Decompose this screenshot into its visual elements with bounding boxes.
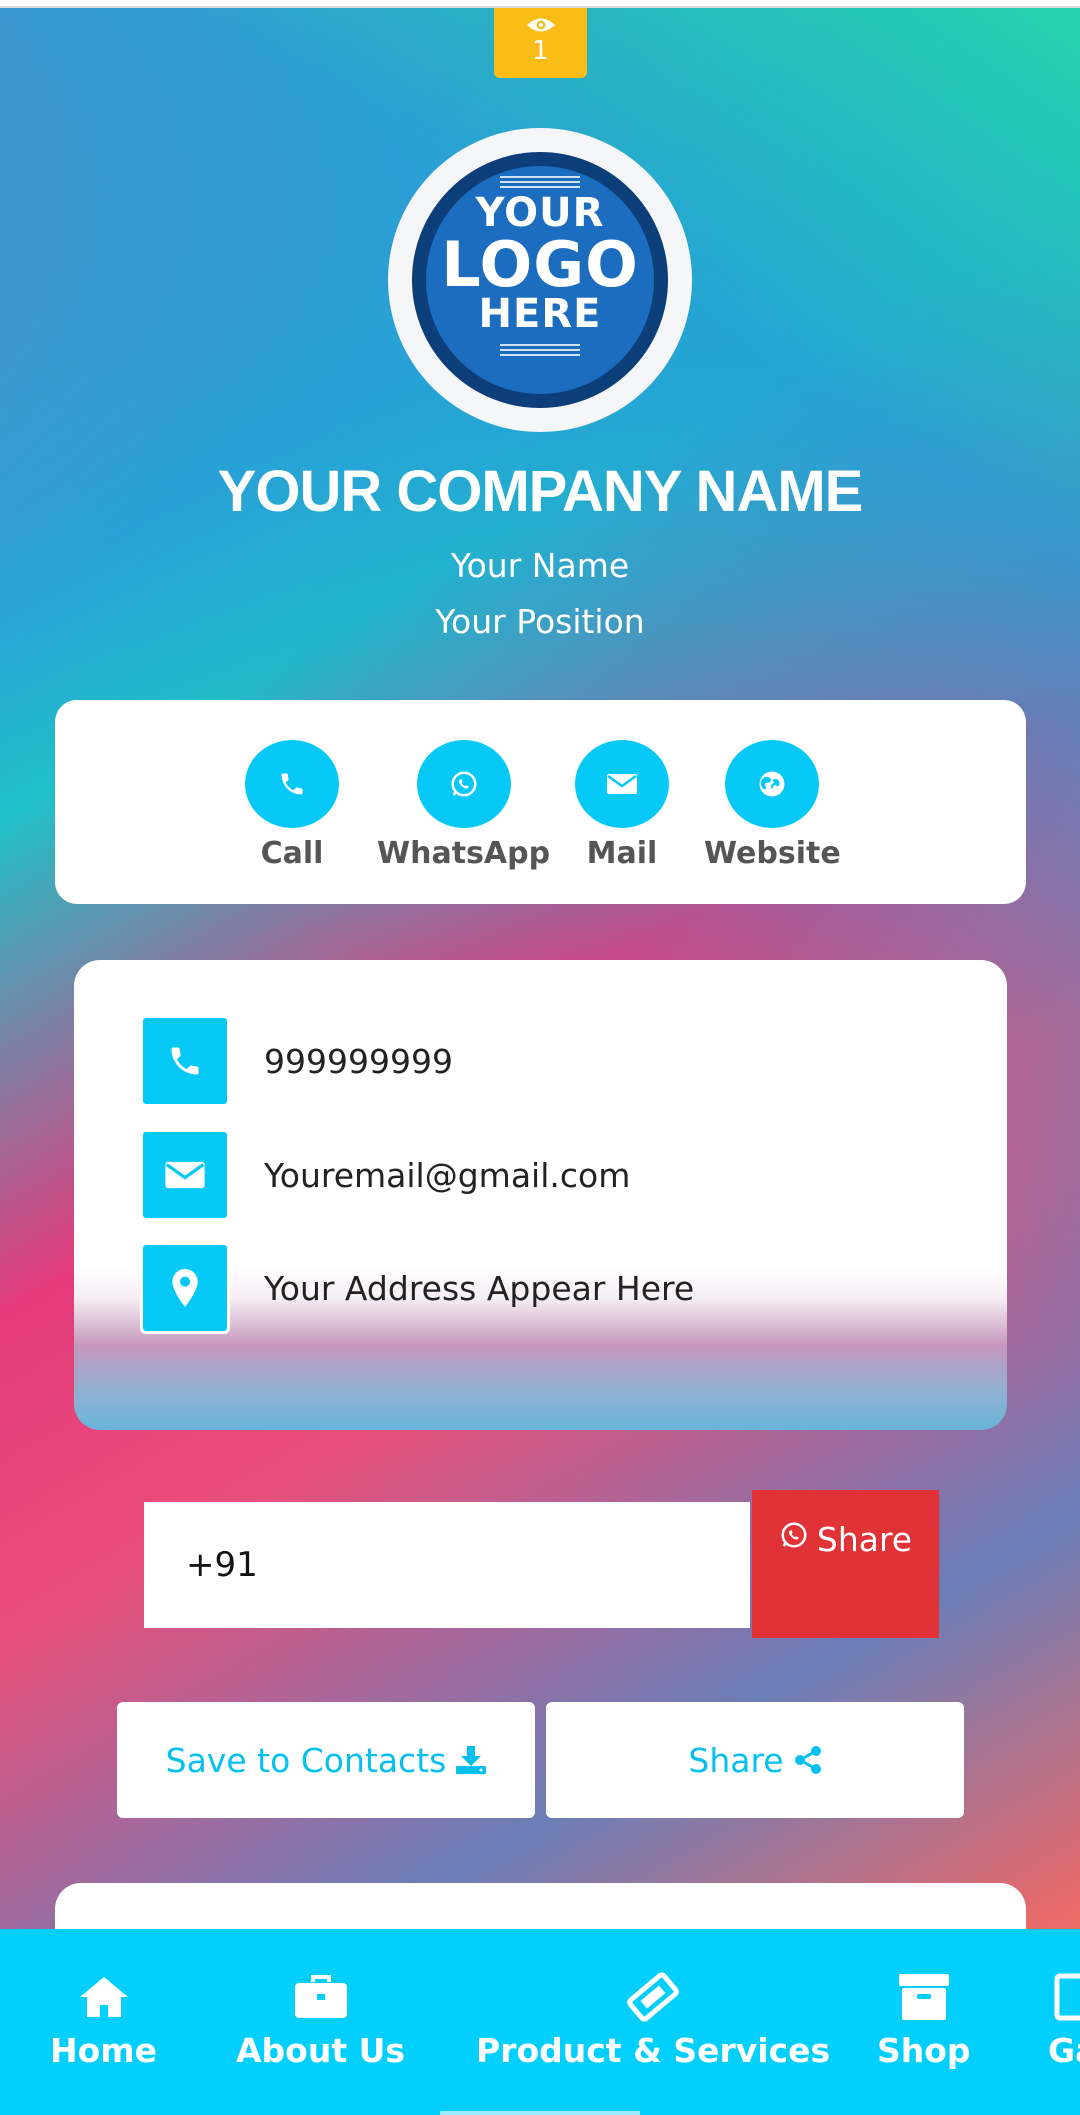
- save-to-contacts-button[interactable]: Save to Contacts: [117, 1702, 535, 1818]
- logo-text-line2: LOGO: [441, 228, 639, 301]
- view-count-badge: 1: [494, 8, 587, 78]
- whatsapp-share-label: Share: [816, 1520, 913, 1559]
- status-strip: [0, 0, 1080, 8]
- website-button[interactable]: Website: [704, 740, 841, 871]
- mail-button[interactable]: Mail: [575, 740, 669, 871]
- briefcase-icon: [294, 1975, 347, 2018]
- ticket-icon: [627, 1972, 679, 2022]
- nav-shop-label: Shop: [877, 2031, 971, 2070]
- call-button[interactable]: Call: [245, 740, 339, 871]
- email-row[interactable]: Youremail@gmail.com: [140, 1129, 631, 1221]
- website-label: Website: [704, 836, 841, 871]
- whatsapp-button[interactable]: WhatsApp: [377, 740, 550, 871]
- nav-about-us-label: About Us: [236, 2031, 406, 2070]
- gallery-icon: [1054, 1973, 1080, 2021]
- nav-gallery[interactable]: Ga: [1048, 1969, 1080, 2070]
- mail-label: Mail: [586, 836, 658, 871]
- phone-icon: [171, 1047, 199, 1075]
- home-indicator: [440, 2111, 640, 2115]
- view-count: 1: [532, 36, 549, 66]
- whatsapp-number-input[interactable]: [144, 1502, 750, 1628]
- phone-row[interactable]: 999999999: [140, 1015, 453, 1107]
- nav-shop[interactable]: Shop: [877, 1969, 971, 2070]
- call-label: Call: [260, 836, 324, 871]
- share-button[interactable]: Share: [546, 1702, 964, 1818]
- phone-icon: [281, 773, 303, 795]
- company-logo: YOUR LOGO HERE: [388, 128, 692, 432]
- person-name: Your Name: [450, 546, 630, 585]
- whatsapp-icon: [451, 771, 477, 797]
- whatsapp-icon: [781, 1522, 807, 1548]
- globe-icon: [759, 771, 785, 797]
- save-to-contacts-label: Save to Contacts: [165, 1740, 447, 1780]
- person-position: Your Position: [435, 602, 645, 641]
- whatsapp-label: WhatsApp: [377, 836, 551, 871]
- nav-product-services[interactable]: Product & Services: [476, 1969, 830, 2070]
- address-text: Your Address Appear Here: [264, 1268, 695, 1308]
- contact-info-card: 999999999 Youremail@gmail.com Your Addre…: [74, 960, 1007, 1430]
- whatsapp-share-button[interactable]: Share: [752, 1490, 939, 1638]
- nav-home-label: Home: [50, 2031, 158, 2070]
- eye-icon: [526, 18, 555, 32]
- envelope-icon: [165, 1161, 205, 1189]
- nav-gallery-label: Ga: [1048, 2031, 1080, 2070]
- address-row[interactable]: Your Address Appear Here: [140, 1242, 695, 1334]
- download-icon: [456, 1746, 487, 1774]
- company-name: YOUR COMPANY NAME: [217, 459, 864, 524]
- phone-number: 999999999: [264, 1041, 453, 1081]
- envelope-icon: [607, 774, 637, 794]
- nav-product-services-label: Product & Services: [476, 2031, 831, 2070]
- share-label: Share: [688, 1740, 784, 1780]
- email-address: Youremail@gmail.com: [264, 1155, 631, 1195]
- map-pin-icon: [172, 1269, 198, 1307]
- archive-box-icon: [898, 1974, 949, 2020]
- quick-actions-card: Call WhatsApp Mail Website: [55, 700, 1026, 904]
- home-icon: [79, 1977, 128, 2017]
- share-icon: [794, 1746, 821, 1774]
- bottom-navigation: Home About Us Product & Services Shop Ga: [0, 1929, 1080, 2115]
- nav-about-us[interactable]: About Us: [236, 1969, 405, 2070]
- nav-home[interactable]: Home: [50, 1969, 157, 2070]
